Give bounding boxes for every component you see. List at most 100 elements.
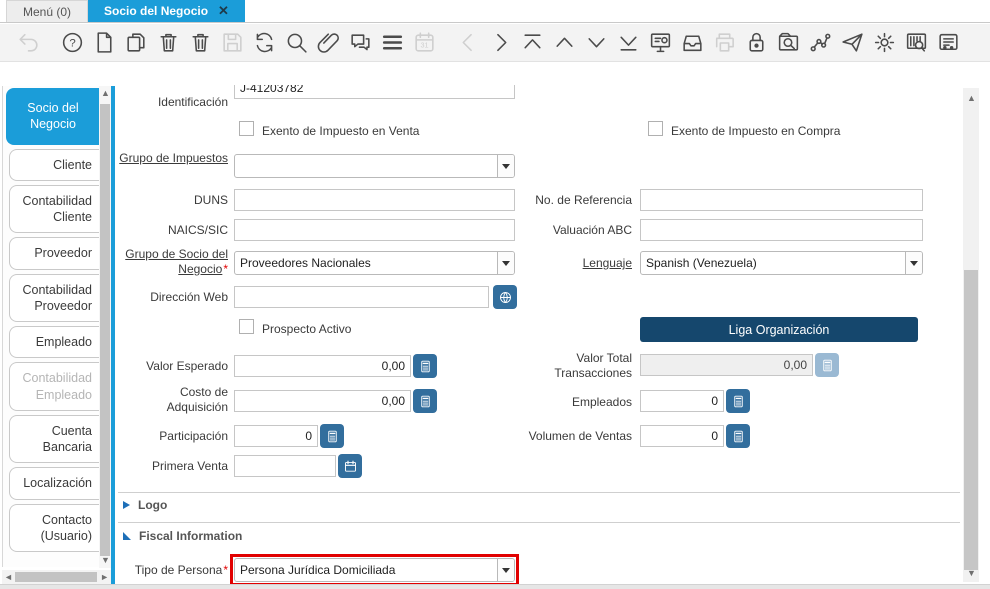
grupo-impuestos-input[interactable]: [235, 155, 497, 177]
liga-organizacion-button[interactable]: Liga Organización: [640, 317, 918, 342]
scroll-right-icon[interactable]: ►: [100, 573, 109, 582]
primera-venta-input[interactable]: [234, 455, 336, 477]
preferences-button[interactable]: [868, 27, 900, 59]
find-button[interactable]: [280, 27, 312, 59]
tab-socio-label: Socio del Negocio: [104, 4, 208, 18]
fiscal-section-header[interactable]: Fiscal Information: [123, 529, 242, 543]
parent-record-button[interactable]: [548, 27, 580, 59]
content-scroll-thumb[interactable]: [964, 270, 978, 570]
first-record-button[interactable]: [516, 27, 548, 59]
costo-adquisicion-calc-button[interactable]: [413, 389, 437, 413]
logo-section-header[interactable]: Logo: [123, 498, 167, 512]
product-info-button[interactable]: [900, 27, 932, 59]
sidebar-tab-contabilidad-proveedor[interactable]: Contabilidad Proveedor: [9, 274, 99, 323]
delete-selection-button[interactable]: [184, 27, 216, 59]
quick-form-button[interactable]: [932, 27, 964, 59]
web-button[interactable]: [493, 285, 517, 309]
exento-compra-label: Exento de Impuesto en Compra: [671, 124, 840, 138]
sidebar-tab-contabilidad-cliente[interactable]: Contabilidad Cliente: [9, 185, 99, 234]
empleados-input[interactable]: [640, 390, 724, 412]
lenguaje-input[interactable]: [641, 252, 905, 274]
participacion-input[interactable]: [234, 425, 318, 447]
sidebar-tab-cuenta-bancaria[interactable]: Cuenta Bancaria: [9, 415, 99, 464]
tab-socio-del-negocio[interactable]: Socio del Negocio ✕: [88, 0, 245, 22]
collapsed-triangle-icon: [123, 501, 130, 509]
zoom-across-button[interactable]: [772, 27, 804, 59]
workflow-button[interactable]: [804, 27, 836, 59]
section-separator: [118, 492, 960, 493]
new-record-button[interactable]: [88, 27, 120, 59]
delete-record-button[interactable]: [152, 27, 184, 59]
attachment-button[interactable]: [312, 27, 344, 59]
costo-adquisicion-input[interactable]: [234, 390, 411, 412]
sidebar-tab-contacto-usuario[interactable]: Contacto (Usuario): [9, 504, 99, 553]
valor-total-input: [640, 354, 813, 376]
chevron-down-icon[interactable]: [905, 252, 922, 274]
help-button[interactable]: ?: [56, 27, 88, 59]
bottom-bar: [0, 584, 990, 589]
exento-compra-checkbox[interactable]: [648, 121, 663, 136]
empleados-calc-button[interactable]: [726, 389, 750, 413]
sidebar-tab-empleado[interactable]: Empleado: [9, 326, 99, 358]
lock-button[interactable]: [740, 27, 772, 59]
volumen-ventas-calc-button[interactable]: [726, 424, 750, 448]
participacion-calc-button[interactable]: [320, 424, 344, 448]
calculator-icon: [731, 429, 746, 444]
sidebar-tab-localizacin[interactable]: Localización: [9, 467, 99, 499]
sidebar-tab-cliente[interactable]: Cliente: [9, 149, 99, 181]
calculator-icon: [731, 394, 746, 409]
archive-icon: [680, 30, 705, 55]
scroll-up-icon[interactable]: ▲: [967, 94, 976, 103]
archive-button[interactable]: [676, 27, 708, 59]
scroll-down-icon[interactable]: ▼: [967, 569, 976, 578]
close-icon[interactable]: ✕: [218, 3, 229, 19]
exento-venta-checkbox[interactable]: [239, 121, 254, 136]
delete-record-icon: [156, 30, 181, 55]
identificacion-input[interactable]: [234, 85, 515, 99]
next-record-icon: [488, 30, 513, 55]
scroll-down-icon[interactable]: ▼: [101, 556, 110, 565]
tab-menu[interactable]: Menú (0): [6, 0, 88, 22]
exento-venta-label: Exento de Impuesto en Venta: [262, 124, 419, 138]
previous-record-button: [452, 27, 484, 59]
volumen-ventas-input[interactable]: [640, 425, 724, 447]
participacion-label: Participación: [118, 429, 228, 444]
prospecto-activo-checkbox[interactable]: [239, 319, 254, 334]
chevron-down-icon[interactable]: [497, 559, 514, 581]
previous-record-icon: [456, 30, 481, 55]
save-button: [216, 27, 248, 59]
report-button[interactable]: [644, 27, 676, 59]
chevron-down-icon[interactable]: [497, 155, 514, 177]
report-icon: [648, 30, 673, 55]
grupo-socio-input[interactable]: [235, 252, 497, 274]
send-mail-button[interactable]: [836, 27, 868, 59]
naics-input[interactable]: [234, 219, 515, 241]
sidebar-hscroll-thumb[interactable]: [15, 572, 97, 582]
duns-input[interactable]: [234, 189, 515, 211]
sidebar-vertical-scrollbar[interactable]: ▲ ▼: [99, 86, 111, 568]
scroll-left-icon[interactable]: ◄: [4, 573, 13, 582]
sidebar-scroll-thumb[interactable]: [100, 104, 110, 556]
sidebar-horizontal-scrollbar[interactable]: ◄ ►: [2, 570, 111, 584]
quick-form-icon: [936, 30, 961, 55]
calendar-icon: [343, 459, 358, 474]
valor-esperado-calc-button[interactable]: [413, 354, 437, 378]
last-record-button[interactable]: [612, 27, 644, 59]
chat-button[interactable]: [344, 27, 376, 59]
find-icon: [284, 30, 309, 55]
primera-venta-date-button[interactable]: [338, 454, 362, 478]
copy-record-button[interactable]: [120, 27, 152, 59]
valor-esperado-input[interactable]: [234, 355, 411, 377]
tipo-persona-input[interactable]: [235, 559, 497, 581]
refresh-button[interactable]: [248, 27, 280, 59]
sidebar-tab-proveedor[interactable]: Proveedor: [9, 237, 99, 269]
content-vertical-scrollbar[interactable]: ▲ ▼: [963, 88, 979, 582]
grid-toggle-button[interactable]: [376, 27, 408, 59]
direccion-web-input[interactable]: [234, 286, 489, 308]
sidebar-tab-socio-del-negocio[interactable]: Socio del Negocio: [6, 88, 99, 145]
scroll-up-icon[interactable]: ▲: [101, 89, 110, 98]
valuacion-abc-input[interactable]: [640, 219, 923, 241]
next-record-button[interactable]: [484, 27, 516, 59]
detail-record-button[interactable]: [580, 27, 612, 59]
no-referencia-input[interactable]: [640, 189, 923, 211]
